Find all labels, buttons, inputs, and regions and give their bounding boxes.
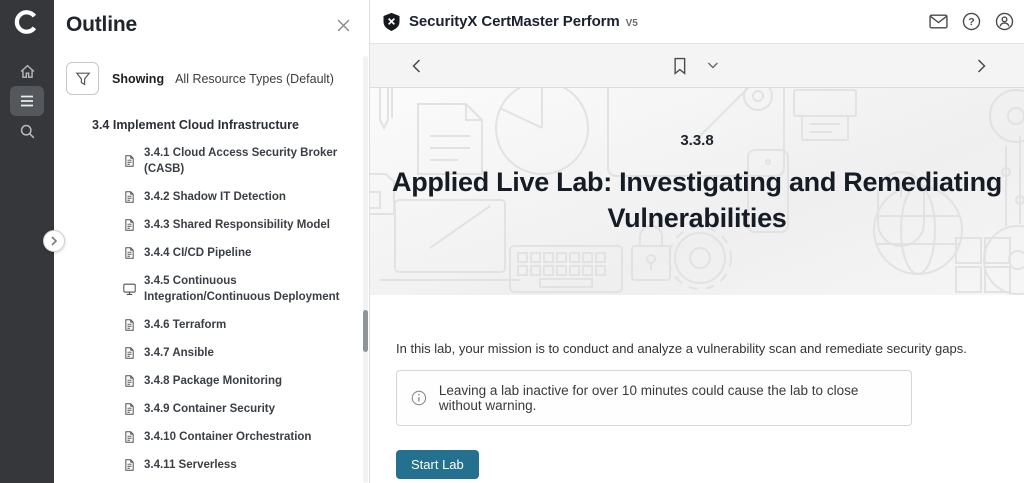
close-outline-button[interactable] (332, 14, 355, 40)
outline-item[interactable]: 3.4.7 Ansible (122, 345, 369, 361)
bookmark-icon (672, 57, 687, 75)
product-title: SecurityX CertMaster Perform (409, 13, 620, 30)
outline-item[interactable]: 3.4.10 Container Orchestration (122, 429, 369, 445)
previous-page-button[interactable] (406, 55, 427, 77)
outline-item[interactable]: 3.4.1 Cloud Access Security Broker (CASB… (122, 145, 369, 177)
outline-item[interactable]: 3.4.4 CI/CD Pipeline (122, 245, 369, 261)
mail-icon (929, 14, 948, 29)
lesson-body: In this lab, your mission is to conduct … (370, 295, 1024, 479)
outline-item-label: 3.4.11 Serverless (144, 457, 349, 473)
document-icon (122, 190, 137, 204)
app-window: Outline Showing All Resource Types (Defa… (0, 0, 1024, 483)
inactivity-notice: Leaving a lab inactive for over 10 minut… (396, 370, 912, 426)
product-version: V5 (626, 18, 638, 29)
comptia-logo[interactable] (0, 0, 54, 44)
filter-button[interactable] (66, 62, 99, 95)
securityx-shield-icon (382, 12, 401, 32)
outline-item[interactable]: 3.4.9 Container Security (122, 401, 369, 417)
close-icon (336, 18, 351, 33)
search-button[interactable] (10, 116, 44, 146)
document-icon (122, 218, 137, 232)
outline-item-label: 3.4.9 Container Security (144, 401, 349, 417)
product-header: SecurityX CertMaster Perform V5 ? (370, 0, 1024, 44)
next-page-button[interactable] (971, 55, 992, 77)
start-lab-button[interactable]: Start Lab (396, 450, 479, 479)
outline-item-label: 3.4.7 Ansible (144, 345, 349, 361)
outline-item-label: 3.4.10 Container Orchestration (144, 429, 349, 445)
filter-funnel-icon (75, 71, 91, 87)
document-icon (122, 154, 137, 168)
help-icon: ? (962, 12, 981, 31)
document-icon (122, 346, 137, 360)
bookmark-menu-button[interactable] (703, 60, 722, 71)
svg-text:?: ? (968, 16, 974, 28)
account-button[interactable] (995, 12, 1014, 31)
home-icon (19, 63, 36, 80)
outline-item-label: 3.4.1 Cloud Access Security Broker (CASB… (144, 145, 349, 177)
outline-list: 3.4 Implement Cloud Infrastructure 3.4.1… (54, 117, 369, 473)
outline-scrollbar-thumb[interactable] (363, 310, 368, 352)
outline-item-label: 3.4.5 Continuous Integration/Continuous … (144, 273, 349, 305)
outline-title: Outline (66, 12, 137, 38)
main-content: SecurityX CertMaster Perform V5 ? (370, 0, 1024, 483)
document-icon (122, 430, 137, 444)
home-button[interactable] (10, 56, 44, 86)
page-title: Applied Live Lab: Investigating and Reme… (392, 164, 1002, 236)
document-icon (122, 246, 137, 260)
outline-item-label: 3.4.6 Terraform (144, 317, 349, 333)
outline-item[interactable]: 3.4.8 Package Monitoring (122, 373, 369, 389)
comptia-c-icon (13, 8, 41, 36)
document-icon (122, 318, 137, 332)
document-icon (122, 374, 137, 388)
help-button[interactable]: ? (962, 12, 981, 31)
mission-text: In this lab, your mission is to conduct … (396, 341, 996, 357)
filter-showing-label: Showing (112, 72, 164, 86)
outline-item-label: 3.4.8 Package Monitoring (144, 373, 349, 389)
outline-item-label: 3.4.2 Shadow IT Detection (144, 189, 349, 205)
chevron-down-icon (707, 62, 718, 69)
lesson-toolbar (370, 44, 1024, 88)
outline-panel: Outline Showing All Resource Types (Defa… (54, 0, 370, 483)
monitor-icon (122, 282, 137, 296)
chevron-right-icon (977, 59, 986, 73)
section-number: 3.3.8 (370, 132, 1024, 150)
filter-value: All Resource Types (Default) (175, 72, 334, 86)
document-icon (122, 402, 137, 416)
info-icon (411, 389, 427, 407)
notice-text: Leaving a lab inactive for over 10 minut… (439, 383, 897, 413)
outline-item[interactable]: 3.4.6 Terraform (122, 317, 369, 333)
account-icon (995, 12, 1014, 31)
outline-item-label: 3.4.4 CI/CD Pipeline (144, 245, 349, 261)
outline-scrollbar-track[interactable] (363, 56, 368, 483)
outline-item[interactable]: 3.4.3 Shared Responsibility Model (122, 217, 369, 233)
document-icon (122, 458, 137, 472)
collapse-panel-button[interactable] (43, 230, 65, 252)
outline-menu-button[interactable] (10, 86, 44, 116)
search-icon (19, 123, 36, 140)
chevron-right-icon (50, 236, 58, 246)
outline-item[interactable]: 3.4.2 Shadow IT Detection (122, 189, 369, 205)
chevron-left-icon (412, 59, 421, 73)
outline-item[interactable]: 3.4.5 Continuous Integration/Continuous … (122, 273, 369, 305)
filter-row: Showing All Resource Types (Default) (66, 62, 369, 95)
lesson-hero-banner: 3.3.8 Applied Live Lab: Investigating an… (370, 88, 1024, 295)
bookmark-button[interactable] (668, 55, 691, 77)
messages-button[interactable] (929, 14, 948, 29)
outline-section-header[interactable]: 3.4 Implement Cloud Infrastructure (54, 117, 369, 133)
menu-icon (19, 94, 35, 108)
outline-item-label: 3.4.3 Shared Responsibility Model (144, 217, 349, 233)
outline-item[interactable]: 3.4.11 Serverless (122, 457, 369, 473)
